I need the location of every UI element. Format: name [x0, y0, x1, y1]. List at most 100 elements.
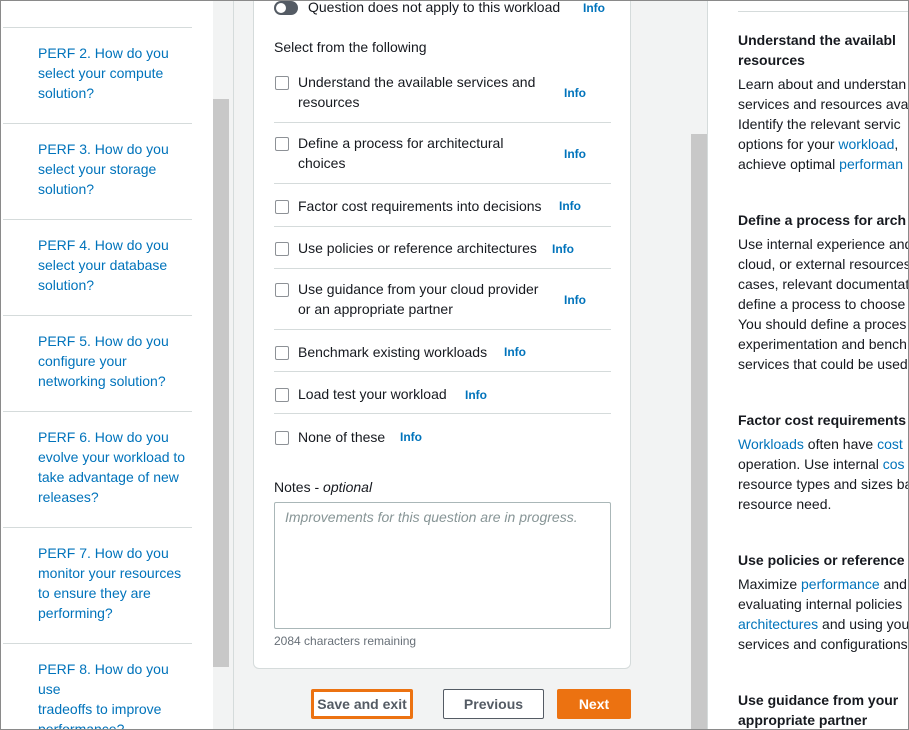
nav-item-line: PERF 3. How do you	[38, 141, 169, 157]
nav-item-line: networking solution?	[38, 373, 166, 389]
nav-item-perf4[interactable]: PERF 4. How do you select your database so…	[3, 235, 192, 295]
option-checkbox[interactable]	[275, 76, 289, 90]
option-label[interactable]: Use policies or reference architectures	[298, 238, 537, 258]
option-label[interactable]: None of these	[298, 427, 385, 447]
option-checkbox[interactable]	[275, 388, 289, 402]
notes-textarea[interactable]: Improvements for this question are in pr…	[274, 502, 611, 629]
nav-item-line: tradeoffs to improve	[38, 701, 162, 717]
help-link[interactable]: workload	[838, 136, 894, 152]
help-text-run: and	[879, 576, 907, 592]
option-checkbox[interactable]	[275, 283, 289, 297]
option-label[interactable]: Use guidance from your cloud provider or …	[298, 279, 538, 319]
nav-item-line: PERF 7. How do you	[38, 545, 169, 561]
not-applicable-info-link[interactable]: Info	[583, 1, 605, 15]
help-text-run: and using you	[818, 616, 909, 632]
nav-item-line: monitor your resources	[38, 565, 182, 581]
option-label-line: or an appropriate partner	[298, 301, 453, 317]
help-section-text: resource need.	[738, 494, 831, 514]
help-section-text: Learn about and understan	[738, 74, 906, 94]
option-label-line: Use guidance from your cloud provider	[298, 281, 539, 297]
nav-separator	[3, 123, 192, 124]
nav-item-line: performance?	[38, 721, 125, 730]
help-text-run: evaluating internal policies	[738, 596, 903, 612]
help-section-text: Maximize performance and	[738, 574, 907, 594]
help-section-text: operation. Use internal cos	[738, 454, 905, 474]
help-text-run: resource need.	[738, 496, 832, 512]
help-section-heading: Understand the availabl	[738, 32, 896, 48]
option-checkbox[interactable]	[275, 137, 289, 151]
nav-item-line: select your database	[38, 257, 168, 273]
nav-item-perf6[interactable]: PERF 6. How do you evolve your workload t…	[3, 427, 192, 507]
option-info-link[interactable]: Info	[552, 242, 574, 256]
option-checkbox[interactable]	[275, 346, 289, 360]
nav-item-line: configure your	[38, 353, 127, 369]
option-info-link[interactable]: Info	[400, 430, 422, 444]
nav-item-line: solution?	[38, 181, 95, 197]
help-text-run: ,	[894, 136, 899, 152]
option-separator	[274, 183, 611, 184]
option-info-link[interactable]: Info	[564, 86, 586, 100]
option-checkbox[interactable]	[275, 431, 289, 445]
option-label[interactable]: Define a process for architectural choice…	[298, 133, 503, 173]
notes-label: Notes - optional	[274, 479, 373, 495]
next-button[interactable]: Next	[557, 689, 631, 719]
nav-item-perf3[interactable]: PERF 3. How do you select your storage sol…	[3, 139, 192, 199]
save-and-exit-button[interactable]: Save and exit	[311, 689, 413, 719]
option-label[interactable]: Factor cost requirements into decisions	[298, 196, 542, 216]
option-separator	[274, 122, 611, 123]
help-text-run: operation. Use internal	[738, 456, 883, 472]
option-info-link[interactable]: Info	[564, 293, 586, 307]
not-applicable-toggle[interactable]	[274, 1, 298, 15]
option-label-line: Factor cost requirements into decisions	[298, 198, 542, 214]
help-section-text: resource types and sizes ba	[738, 474, 908, 494]
option-checkbox[interactable]	[275, 200, 289, 214]
help-link[interactable]: performan	[839, 156, 903, 172]
option-label-line: Benchmark existing workloads	[298, 344, 488, 360]
help-link[interactable]: architectures	[738, 616, 818, 632]
help-text-run: You should define a proces	[738, 316, 907, 332]
option-info-link[interactable]: Info	[559, 199, 581, 213]
not-applicable-label: Question does not apply to this workload	[308, 0, 561, 15]
left-scrollbar-thumb[interactable]	[213, 99, 229, 667]
previous-button[interactable]: Previous	[443, 689, 544, 719]
option-info-link[interactable]: Info	[504, 345, 526, 359]
nav-item-line: solution?	[38, 85, 95, 101]
help-section-text: define a process to choose	[738, 294, 905, 314]
help-link[interactable]: cost	[877, 436, 903, 452]
help-section-heading: Define a process for arch	[738, 212, 907, 228]
option-separator	[274, 226, 611, 227]
nav-separator	[3, 27, 192, 28]
option-info-link[interactable]: Info	[564, 147, 586, 161]
option-label-line: choices	[298, 155, 346, 171]
nav-item-perf5[interactable]: PERF 5. How do you configure your networki…	[3, 331, 192, 391]
help-section-text: Use internal experience and	[738, 234, 908, 254]
option-label[interactable]: Understand the available services and res…	[298, 72, 535, 112]
nav-item-line: take advantage of new	[38, 469, 179, 485]
help-section-text: services and resources avail	[738, 94, 908, 114]
help-link[interactable]: cos	[883, 456, 905, 472]
help-link[interactable]: performance	[801, 576, 880, 592]
option-label-line: None of these	[298, 429, 386, 445]
help-link[interactable]: Workloads	[738, 436, 804, 452]
help-text-run: Learn about and understan	[738, 76, 907, 92]
option-label[interactable]: Load test your workload	[298, 384, 447, 404]
help-text-run: options for your	[738, 136, 839, 152]
question-navigation: PERF 2. How do you select your compute sol…	[1, 1, 213, 730]
left-divider	[233, 1, 234, 729]
help-section-text: experimentation and bench	[738, 334, 907, 354]
nav-item-line: solution?	[38, 277, 95, 293]
option-checkbox[interactable]	[275, 242, 289, 256]
help-text-run: Maximize	[738, 576, 802, 592]
nav-item-line: PERF 5. How do you	[38, 333, 169, 349]
help-text-run: cloud, or external resources	[738, 256, 909, 272]
option-label-line: Load test your workload	[298, 386, 447, 402]
help-section-text: achieve optimal performan	[738, 154, 903, 174]
select-prompt: Select from the following	[274, 39, 427, 55]
option-label[interactable]: Benchmark existing workloads	[298, 342, 487, 362]
option-info-link[interactable]: Info	[465, 388, 487, 402]
nav-item-perf7[interactable]: PERF 7. How do you monitor your resources…	[3, 543, 192, 623]
center-scrollbar-thumb[interactable]	[691, 134, 707, 729]
nav-item-perf2[interactable]: PERF 2. How do you select your compute sol…	[3, 43, 192, 103]
nav-item-perf8[interactable]: PERF 8. How do you use tradeoffs to impro…	[3, 659, 192, 730]
nav-separator	[3, 527, 192, 528]
